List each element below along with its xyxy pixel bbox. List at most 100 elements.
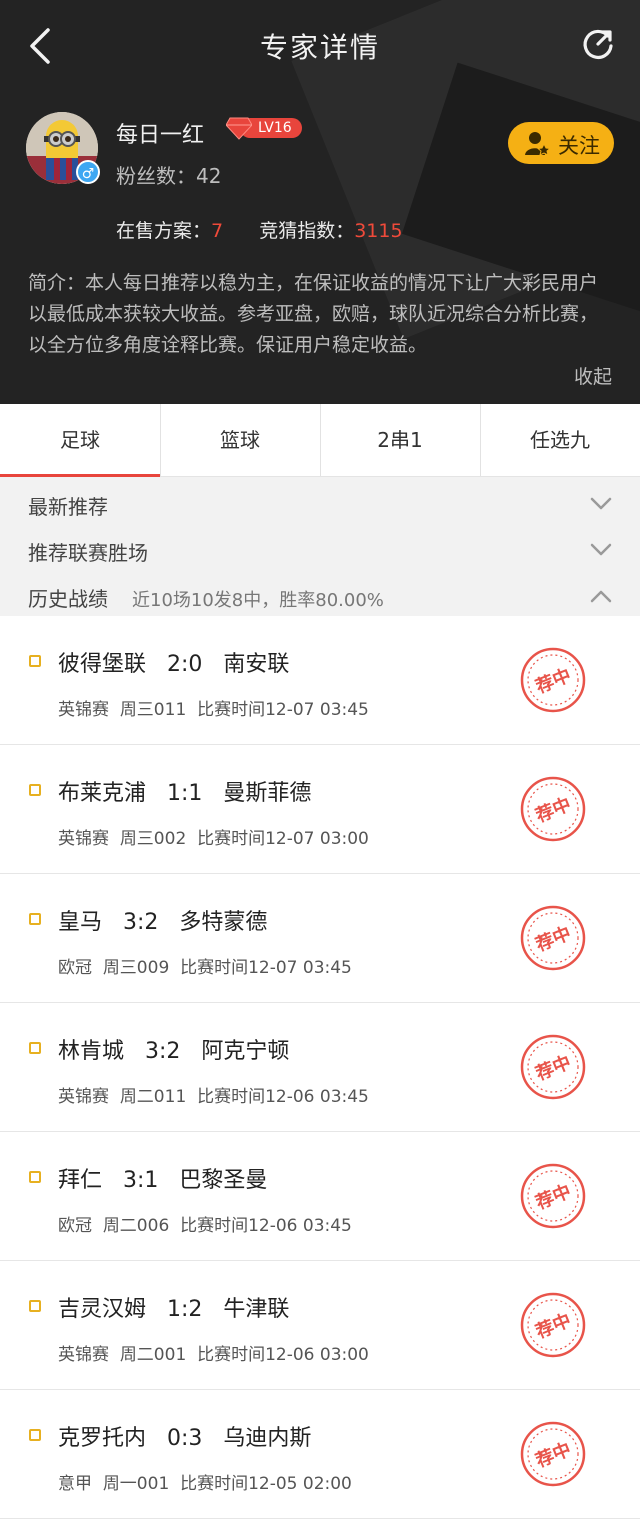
stamp-text: 荐中 [532, 1051, 575, 1085]
chevron-down-icon[interactable] [590, 497, 612, 511]
away-team: 巴黎圣曼 [179, 1168, 268, 1193]
index-value: 3115 [354, 220, 403, 242]
index-label: 竞猜指数： [259, 220, 355, 242]
match-teams: 拜仁 3:1 巴黎圣曼 [58, 1162, 267, 1194]
bullet-icon [29, 913, 41, 925]
hit-stamp-icon: 荐中 [520, 1163, 586, 1229]
home-team: 皇马 [58, 910, 103, 935]
match-time: 比赛时间12-05 02:00 [180, 1474, 352, 1494]
tab-pick-nine[interactable]: 任选九 [480, 404, 640, 476]
match-code: 周一001 [102, 1474, 170, 1494]
expert-intro: 简介：本人每日推荐以稳为主，在保证收益的情况下让广大彩民用户以最低成本获较大收益… [28, 272, 599, 356]
away-team: 阿克宁顿 [201, 1039, 290, 1064]
match-item[interactable]: 彼得堡联 2:0 南安联 英锦赛 周三011 比赛时间12-07 03:45 荐… [0, 616, 640, 745]
stamp-text: 荐中 [532, 793, 575, 827]
diamond-icon [226, 117, 252, 140]
home-team: 林肯城 [58, 1039, 125, 1064]
match-info: 欧冠 周二006 比赛时间12-06 03:45 [58, 1211, 352, 1236]
league-name: 欧冠 [58, 958, 92, 978]
page-title: 专家详情 [259, 31, 380, 64]
stamp-text: 荐中 [532, 1180, 575, 1214]
match-info: 英锦赛 周三002 比赛时间12-07 03:00 [58, 824, 369, 849]
league-name: 意甲 [58, 1474, 92, 1494]
league-wins-label: 推荐联赛胜场 [28, 541, 148, 565]
filter-section: 最新推荐 推荐联赛胜场 历史战绩 近10场10发8中，胜率80.00% [0, 477, 640, 616]
match-info: 意甲 周一001 比赛时间12-05 02:00 [58, 1469, 352, 1494]
stamp-text: 荐中 [532, 664, 575, 698]
history-record-label: 历史战绩 [28, 587, 108, 611]
stamp-text: 荐中 [532, 1309, 575, 1343]
match-item[interactable]: 林肯城 3:2 阿克宁顿 英锦赛 周二011 比赛时间12-06 03:45 荐… [0, 1003, 640, 1132]
match-item[interactable]: 吉灵汉姆 1:2 牛津联 英锦赛 周二001 比赛时间12-06 03:00 荐… [0, 1261, 640, 1390]
match-score: 1:2 [167, 1297, 203, 1322]
hit-stamp-icon: 荐中 [520, 1034, 586, 1100]
home-team: 布莱克浦 [58, 781, 147, 806]
follow-button[interactable]: 关注 [508, 122, 614, 164]
match-info: 英锦赛 周二011 比赛时间12-06 03:45 [58, 1082, 369, 1107]
bullet-icon [29, 1171, 41, 1183]
match-score: 1:1 [167, 781, 203, 806]
hit-stamp-icon: 荐中 [520, 1421, 586, 1487]
history-record-row[interactable]: 历史战绩 近10场10发8中，胜率80.00% [28, 583, 384, 612]
away-team: 牛津联 [223, 1297, 290, 1322]
league-name: 欧冠 [58, 1216, 92, 1236]
match-score: 3:1 [123, 1168, 159, 1193]
match-teams: 吉灵汉姆 1:2 牛津联 [58, 1291, 289, 1323]
bullet-icon [29, 1429, 41, 1441]
match-teams: 林肯城 3:2 阿克宁顿 [58, 1033, 289, 1065]
match-item[interactable]: 皇马 3:2 多特蒙德 欧冠 周三009 比赛时间12-07 03:45 荐中 [0, 874, 640, 1003]
tab-football[interactable]: 足球 [0, 404, 160, 477]
latest-recommendation-row[interactable]: 最新推荐 [28, 491, 108, 520]
league-wins-row[interactable]: 推荐联赛胜场 [28, 537, 148, 566]
match-item[interactable]: 克罗托内 0:3 乌迪内斯 意甲 周一001 比赛时间12-05 02:00 荐… [0, 1390, 640, 1519]
match-time: 比赛时间12-07 03:45 [197, 700, 369, 720]
match-info: 英锦赛 周三011 比赛时间12-07 03:45 [58, 695, 369, 720]
match-time: 比赛时间12-06 03:45 [180, 1216, 352, 1236]
collapse-button[interactable]: 收起 [574, 362, 612, 389]
fans-value: 42 [196, 164, 222, 188]
match-teams: 克罗托内 0:3 乌迪内斯 [58, 1420, 311, 1452]
match-score: 3:2 [123, 910, 159, 935]
match-code: 周二001 [119, 1345, 187, 1365]
away-team: 乌迪内斯 [223, 1426, 312, 1451]
bullet-icon [29, 655, 41, 667]
fans-label: 粉丝数： [116, 164, 196, 188]
chevron-down-icon[interactable] [590, 543, 612, 557]
tab-2-chuan-1[interactable]: 2串1 [320, 404, 480, 476]
home-team: 拜仁 [58, 1168, 103, 1193]
user-star-icon [525, 132, 550, 156]
hit-stamp-icon: 荐中 [520, 905, 586, 971]
league-name: 英锦赛 [58, 829, 109, 849]
match-info: 欧冠 周三009 比赛时间12-07 03:45 [58, 953, 352, 978]
expert-stats: 在售方案：7 竞猜指数：3115 [116, 216, 403, 243]
verified-badge-icon: ♂ [76, 160, 100, 184]
top-bar: 专家详情 [0, 0, 640, 92]
bullet-icon [29, 784, 41, 796]
away-team: 南安联 [223, 652, 290, 677]
bullet-icon [29, 1300, 41, 1312]
bullet-icon [29, 1042, 41, 1054]
match-code: 周三002 [119, 829, 187, 849]
league-name: 英锦赛 [58, 1345, 109, 1365]
expert-header: 专家详情 ♂ 每日一红 LV16 粉丝数：42 关注 在售方案：7 竞猜指数：3… [0, 0, 640, 404]
tab-basketball[interactable]: 篮球 [160, 404, 320, 476]
match-code: 周三009 [102, 958, 170, 978]
on-sale-count: 7 [211, 220, 224, 242]
expert-name: 每日一红 [116, 123, 205, 148]
match-info: 英锦赛 周二001 比赛时间12-06 03:00 [58, 1340, 369, 1365]
history-summary: 近10场10发8中，胜率80.00% [132, 590, 384, 611]
match-score: 2:0 [167, 652, 203, 677]
fans-count: 粉丝数：42 [116, 160, 221, 189]
league-name: 英锦赛 [58, 700, 109, 720]
match-item[interactable]: 拜仁 3:1 巴黎圣曼 欧冠 周二006 比赛时间12-06 03:45 荐中 [0, 1132, 640, 1261]
chevron-up-icon[interactable] [590, 589, 612, 603]
match-time: 比赛时间12-06 03:00 [197, 1345, 369, 1365]
match-item[interactable]: 布莱克浦 1:1 曼斯菲德 英锦赛 周三002 比赛时间12-07 03:00 … [0, 745, 640, 874]
refresh-share-icon[interactable] [578, 24, 618, 64]
league-name: 英锦赛 [58, 1087, 109, 1107]
match-teams: 布莱克浦 1:1 曼斯菲德 [58, 775, 311, 807]
away-team: 曼斯菲德 [223, 781, 312, 806]
match-code: 周三011 [119, 700, 187, 720]
match-score: 0:3 [167, 1426, 203, 1451]
hit-stamp-icon: 荐中 [520, 647, 586, 713]
